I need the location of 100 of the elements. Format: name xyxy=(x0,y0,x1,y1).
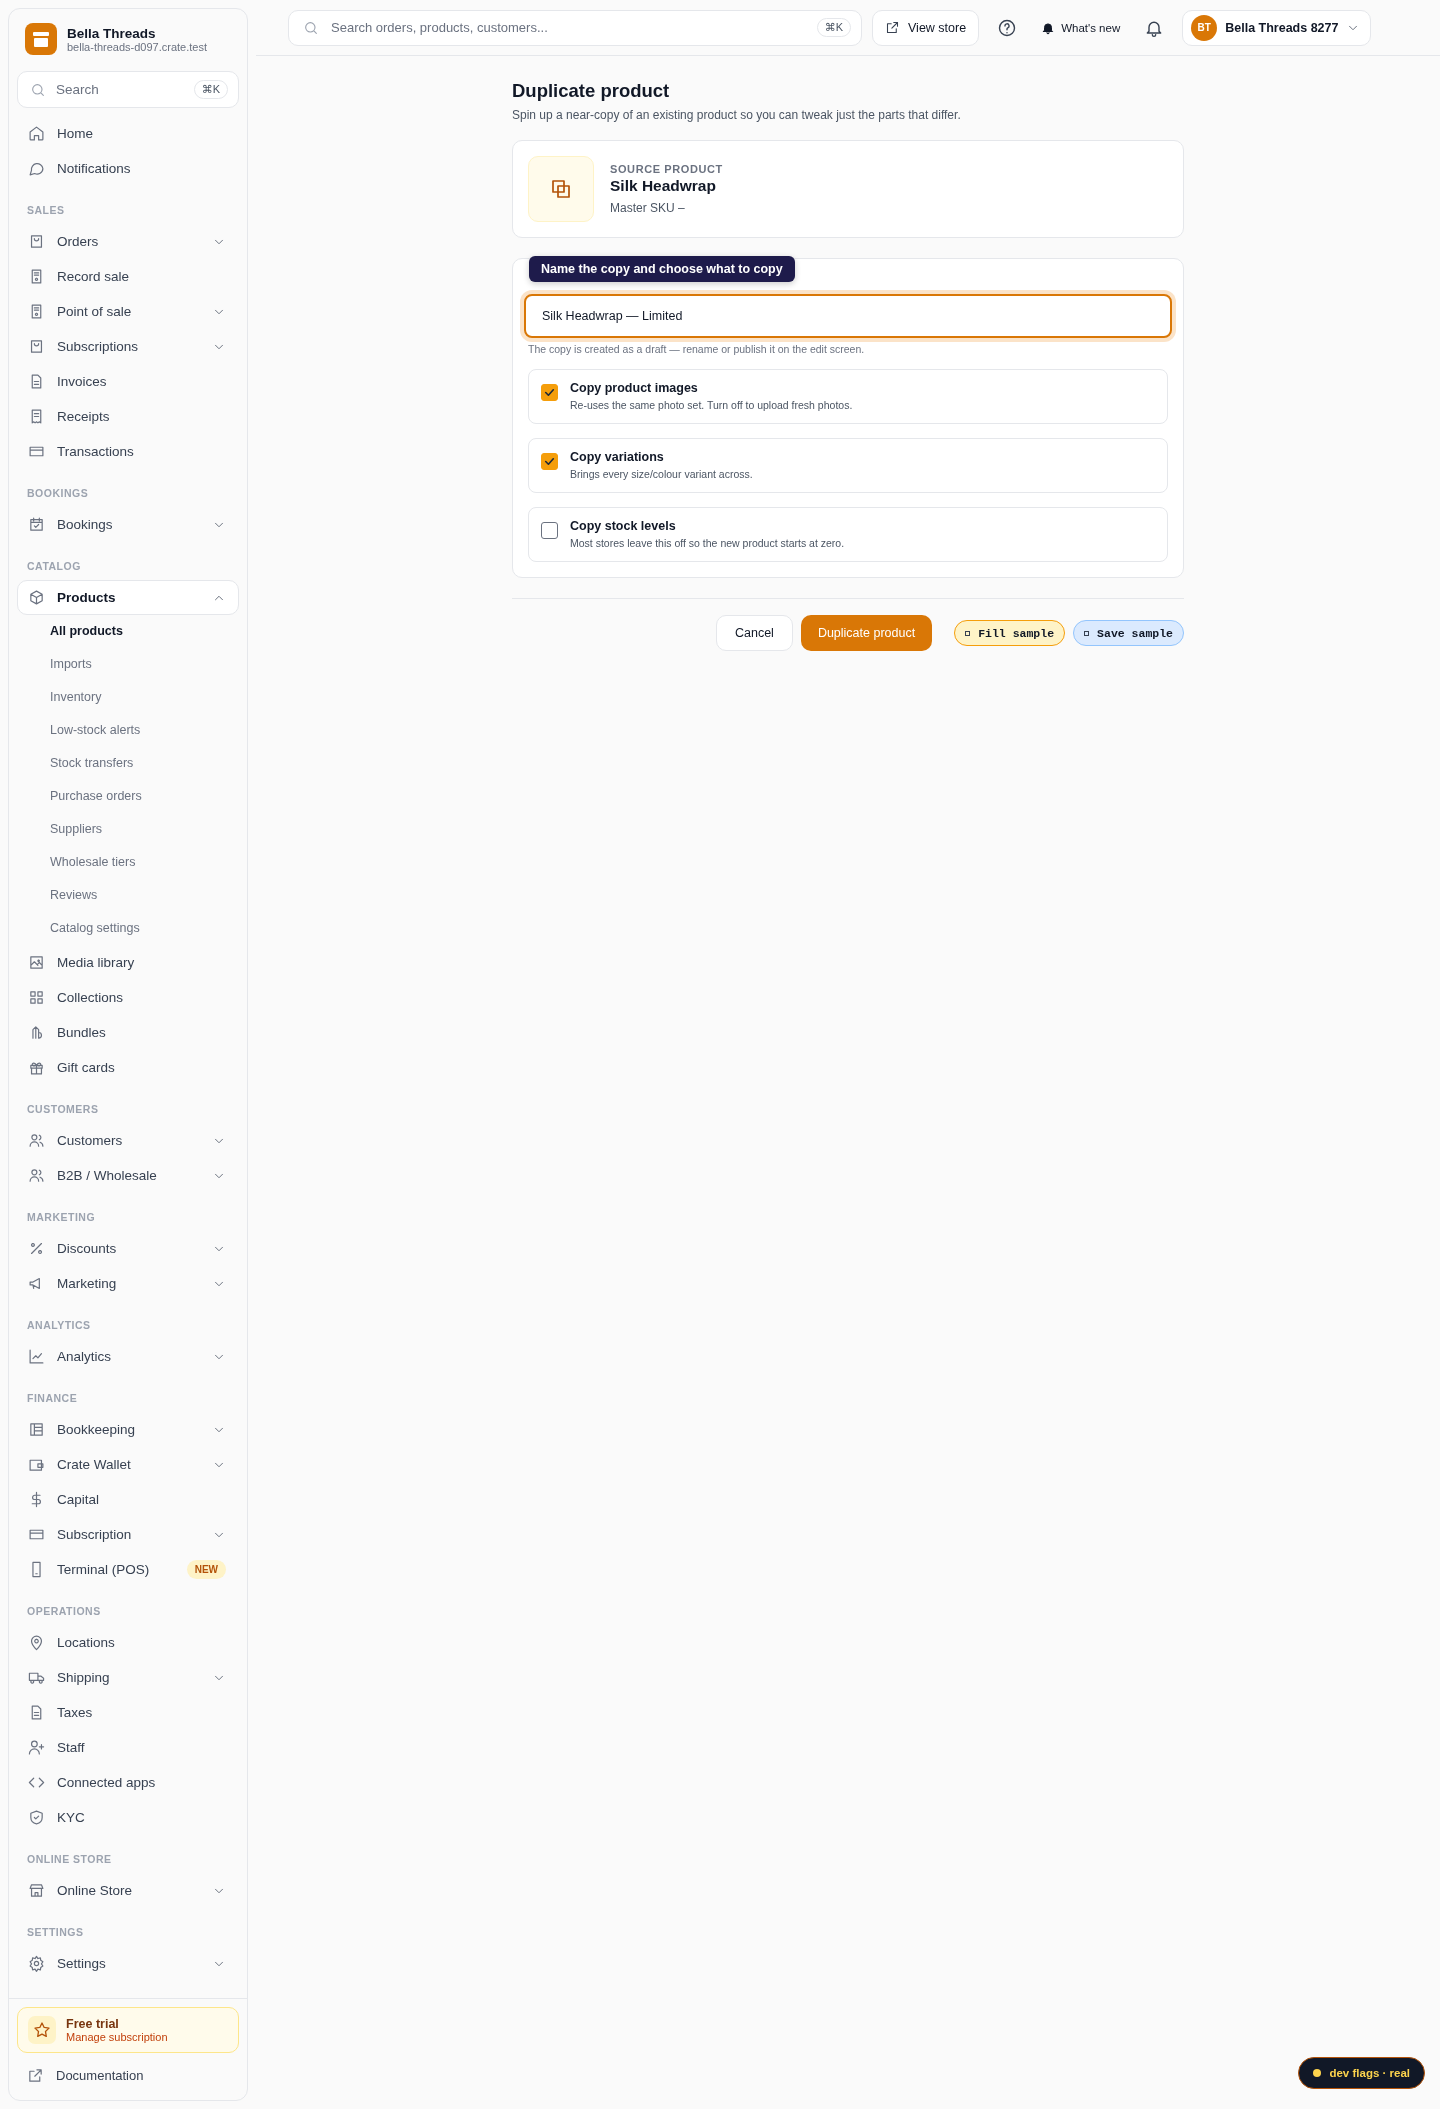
product-name-input[interactable]: Silk Headwrap — Limited xyxy=(524,294,1172,338)
nav-subitem[interactable]: Inventory xyxy=(17,681,239,714)
documentation-link[interactable]: Documentation xyxy=(17,2053,239,2092)
bag-icon xyxy=(28,338,45,355)
nav-item[interactable]: Subscription xyxy=(17,1517,239,1552)
bag-icon xyxy=(28,233,45,250)
nav-subitem[interactable]: Wholesale tiers xyxy=(17,846,239,879)
nav-item[interactable]: Media library xyxy=(17,945,239,980)
shield-icon xyxy=(28,1809,45,1826)
checkbox[interactable] xyxy=(541,522,558,539)
workspace-name: Bella Threads xyxy=(67,25,157,41)
nav-item[interactable]: Staff xyxy=(17,1730,239,1765)
user-plus-icon xyxy=(28,1739,45,1756)
avatar: BT xyxy=(1191,14,1218,41)
sample-button[interactable]: Fill sample xyxy=(954,620,1066,646)
section-heading: CATALOG xyxy=(26,559,82,574)
nav-item[interactable]: Taxes xyxy=(17,1695,239,1730)
option-title: Copy stock levels xyxy=(570,519,677,533)
notification-icon xyxy=(28,160,45,177)
box-icon xyxy=(28,589,45,606)
view-store-button[interactable]: View store xyxy=(872,9,980,46)
tooltip: Name the copy and choose what to copy xyxy=(529,256,795,282)
store-logo-icon xyxy=(25,23,57,55)
checkbox[interactable] xyxy=(541,384,558,401)
search-field[interactable]: Search ⌘K xyxy=(17,71,239,108)
dev-flags-badge[interactable]: dev flags · real xyxy=(1298,2057,1425,2089)
calendar-icon xyxy=(28,516,45,533)
nav-subitem[interactable]: Suppliers xyxy=(17,813,239,846)
nav-subitem[interactable]: Purchase orders xyxy=(17,780,239,813)
nav-subitem[interactable]: Low-stock alerts xyxy=(17,714,239,747)
nav-item[interactable]: Products xyxy=(17,580,239,615)
source-label: SOURCE PRODUCT xyxy=(610,163,723,175)
nav-item[interactable]: Discounts xyxy=(17,1231,239,1266)
nav-item[interactable]: Locations xyxy=(17,1625,239,1660)
nav-item[interactable]: Capital xyxy=(17,1482,239,1517)
nav-item[interactable]: Collections xyxy=(17,980,239,1015)
nav-subitem[interactable]: Reviews xyxy=(17,879,239,912)
nav-item[interactable]: Crate Wallet xyxy=(17,1447,239,1482)
section-heading: CUSTOMERS xyxy=(26,1102,100,1117)
section-heading: OPERATIONS xyxy=(26,1604,102,1619)
nav-item[interactable]: B2B / Wholesale xyxy=(17,1158,239,1193)
nav-item[interactable]: Analytics xyxy=(17,1339,239,1374)
option-title: Copy variations xyxy=(570,450,665,464)
nav-subitem[interactable]: All products xyxy=(17,615,239,648)
section-heading: FINANCE xyxy=(26,1391,79,1406)
nav-item[interactable]: Record sale xyxy=(17,259,239,294)
nav-subitem[interactable]: Stock transfers xyxy=(17,747,239,780)
nav-item[interactable]: Transactions xyxy=(17,434,239,469)
page-subtitle: Spin up a near-copy of an existing product so you can tweak just the parts that differ. xyxy=(512,108,962,122)
nav-subitem[interactable]: Imports xyxy=(17,648,239,681)
nav-item[interactable]: Bundles xyxy=(17,1015,239,1050)
nav-item[interactable]: Gift cards xyxy=(17,1050,239,1085)
nav-item[interactable]: Subscriptions xyxy=(17,329,239,364)
nav-item[interactable]: Bookings xyxy=(17,507,239,542)
grid-icon xyxy=(28,989,45,1006)
nav-item[interactable]: Online Store xyxy=(17,1873,239,1908)
nav-item[interactable]: Connected apps xyxy=(17,1765,239,1800)
option-description: Brings every size/colour variant across. xyxy=(570,468,753,480)
store-icon xyxy=(28,1882,45,1899)
option-description: Most stores leave this off so the new product starts at zero. xyxy=(570,537,845,549)
whats-new-button[interactable]: What's new xyxy=(1035,20,1127,35)
nav-item[interactable]: Terminal (POS) NEW xyxy=(17,1552,239,1587)
cancel-button[interactable]: Cancel xyxy=(715,615,793,651)
option-card[interactable]: Copy product images Re-uses the same photo set. Turn off to upload fresh photos. xyxy=(528,369,1168,424)
pin-icon xyxy=(28,1634,45,1651)
search-icon xyxy=(303,19,319,36)
nav-item[interactable]: Notifications xyxy=(17,151,239,186)
nav-item[interactable]: Bookkeeping xyxy=(17,1412,239,1447)
ledger-icon xyxy=(28,1421,45,1438)
nav-item[interactable]: Receipts xyxy=(17,399,239,434)
nav-item[interactable]: Home xyxy=(17,116,239,151)
sample-button[interactable]: Save sample xyxy=(1073,620,1184,646)
nav-item[interactable]: Settings xyxy=(17,1946,239,1981)
percent-icon xyxy=(28,1240,45,1257)
nav-item[interactable]: KYC xyxy=(17,1800,239,1835)
manage-subscription-link[interactable]: Manage subscription xyxy=(66,2031,168,2043)
checkbox[interactable] xyxy=(541,453,558,470)
account-menu[interactable]: BT Bella Threads 8277 xyxy=(1182,9,1372,46)
nav-item[interactable]: Shipping xyxy=(17,1660,239,1695)
nav-item[interactable]: Point of sale xyxy=(17,294,239,329)
nav-item[interactable]: Invoices xyxy=(17,364,239,399)
option-card[interactable]: Copy stock levels Most stores leave this off so the new product starts at zero. xyxy=(528,507,1168,562)
section-heading: SALES xyxy=(26,203,66,218)
section-heading: BOOKINGS xyxy=(26,486,90,501)
check-icon xyxy=(543,386,556,399)
option-card[interactable]: Copy variations Brings every size/colour variant across. xyxy=(528,438,1168,493)
nav-item[interactable]: Customers xyxy=(17,1123,239,1158)
nav-subitem[interactable]: Catalog settings xyxy=(17,912,239,945)
trial-card[interactable]: Free trial Manage subscription xyxy=(17,2007,239,2053)
home-icon xyxy=(28,125,45,142)
nav-item[interactable]: Orders xyxy=(17,224,239,259)
help-icon[interactable] xyxy=(997,17,1018,38)
external-link-icon xyxy=(885,20,900,35)
section-heading: SETTINGS xyxy=(26,1925,85,1940)
nav-item[interactable]: Marketing xyxy=(17,1266,239,1301)
workspace-domain: bella-threads-d097.crate.test xyxy=(67,40,208,53)
new-badge: NEW xyxy=(186,1560,226,1579)
option-description: Re-uses the same photo set. Turn off to upload fresh photos. xyxy=(570,399,853,411)
search-icon xyxy=(30,81,46,98)
search-field[interactable]: Search orders, products, customers... ⌘K xyxy=(288,9,862,46)
